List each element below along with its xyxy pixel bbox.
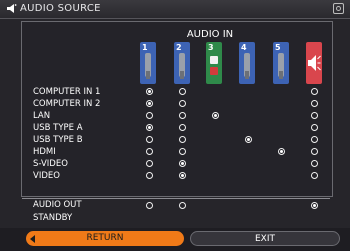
rca-white-icon (210, 56, 218, 64)
dialog-title: AUDIO SOURCE (20, 3, 101, 14)
radio-video-port-2[interactable] (179, 172, 186, 179)
radio-video-port-1[interactable] (146, 172, 153, 179)
audio-in-port-2: 2 (174, 42, 190, 84)
radio-lan-port-1[interactable] (146, 112, 153, 119)
audio-in-port-3: 3 (206, 42, 222, 84)
radio-usb-type-b-port-1[interactable] (146, 136, 153, 143)
radio-computer-in-1-port-1[interactable] (146, 88, 153, 95)
radio-s-video-port-1[interactable] (146, 160, 153, 167)
audio-source-dialog: AUDIO SOURCE AUDIO IN 1 2 3 4 5 COMPUTER… (0, 0, 350, 251)
radio-hdmi-port-1[interactable] (146, 148, 153, 155)
speaker-icon (7, 4, 17, 13)
radio-hdmi-port-5[interactable] (278, 148, 285, 155)
row-label-hdmi: HDMI (33, 147, 56, 157)
port-number: 4 (241, 43, 247, 52)
audio-mute-port (306, 42, 322, 84)
row-label-usb-type-b: USB TYPE B (33, 135, 83, 145)
radio-usb-type-a-port-1[interactable] (146, 124, 153, 131)
port-number: 1 (142, 43, 148, 52)
divider (22, 198, 330, 199)
return-label: RETURN (86, 233, 124, 243)
audio-jack-icon (278, 53, 284, 79)
audio-in-port-5: 5 (273, 42, 289, 84)
port-number: 5 (275, 43, 281, 52)
title-bar: AUDIO SOURCE (0, 0, 350, 19)
speaker-mute-icon (308, 55, 321, 71)
radio-usb-type-b-port-2[interactable] (179, 136, 186, 143)
radio-lan-port-2[interactable] (179, 112, 186, 119)
radio-computer-in-2-mute[interactable] (311, 100, 318, 107)
radio-audio-out-port-1[interactable] (146, 202, 153, 209)
radio-audio-out-port-2[interactable] (179, 202, 186, 209)
row-label-usb-type-a: USB TYPE A (33, 123, 83, 133)
radio-audio-out-mute[interactable] (311, 202, 318, 209)
radio-computer-in-1-port-2[interactable] (179, 88, 186, 95)
radio-computer-in-1-mute[interactable] (311, 88, 318, 95)
row-label-video: VIDEO (33, 171, 60, 181)
audio-jack-icon (145, 53, 151, 79)
settings-icon[interactable] (333, 3, 344, 14)
radio-usb-type-b-mute[interactable] (311, 136, 318, 143)
port-number: 2 (176, 43, 182, 52)
radio-usb-type-a-port-2[interactable] (179, 124, 186, 131)
radio-lan-mute[interactable] (311, 112, 318, 119)
radio-usb-type-b-port-4[interactable] (245, 136, 252, 143)
row-label-computer-in-1: COMPUTER IN 1 (33, 87, 101, 97)
row-label-lan: LAN (33, 111, 51, 121)
row-label-audio-out: AUDIO OUT (33, 200, 82, 210)
audio-in-port-1: 1 (140, 42, 156, 84)
row-label-standby: STANDBY (33, 213, 73, 223)
radio-s-video-port-2[interactable] (179, 160, 186, 167)
radio-s-video-mute[interactable] (311, 160, 318, 167)
rca-red-icon (210, 67, 218, 75)
exit-label: EXIT (254, 234, 275, 244)
radio-lan-port-3[interactable] (212, 112, 219, 119)
radio-hdmi-mute[interactable] (311, 148, 318, 155)
radio-usb-type-a-mute[interactable] (311, 124, 318, 131)
exit-button[interactable]: EXIT (190, 231, 340, 246)
audio-in-port-4: 4 (239, 42, 255, 84)
audio-jack-icon (244, 53, 250, 79)
row-label-s-video: S-VIDEO (33, 159, 68, 169)
radio-video-mute[interactable] (311, 172, 318, 179)
audio-in-heading: AUDIO IN (186, 29, 234, 40)
radio-hdmi-port-2[interactable] (179, 148, 186, 155)
radio-computer-in-2-port-1[interactable] (146, 100, 153, 107)
audio-jack-icon (179, 53, 185, 79)
row-label-computer-in-2: COMPUTER IN 2 (33, 99, 101, 109)
radio-computer-in-2-port-2[interactable] (179, 100, 186, 107)
port-number: 3 (208, 43, 214, 52)
arrow-left-icon (30, 235, 35, 243)
return-button[interactable]: RETURN (26, 231, 184, 246)
